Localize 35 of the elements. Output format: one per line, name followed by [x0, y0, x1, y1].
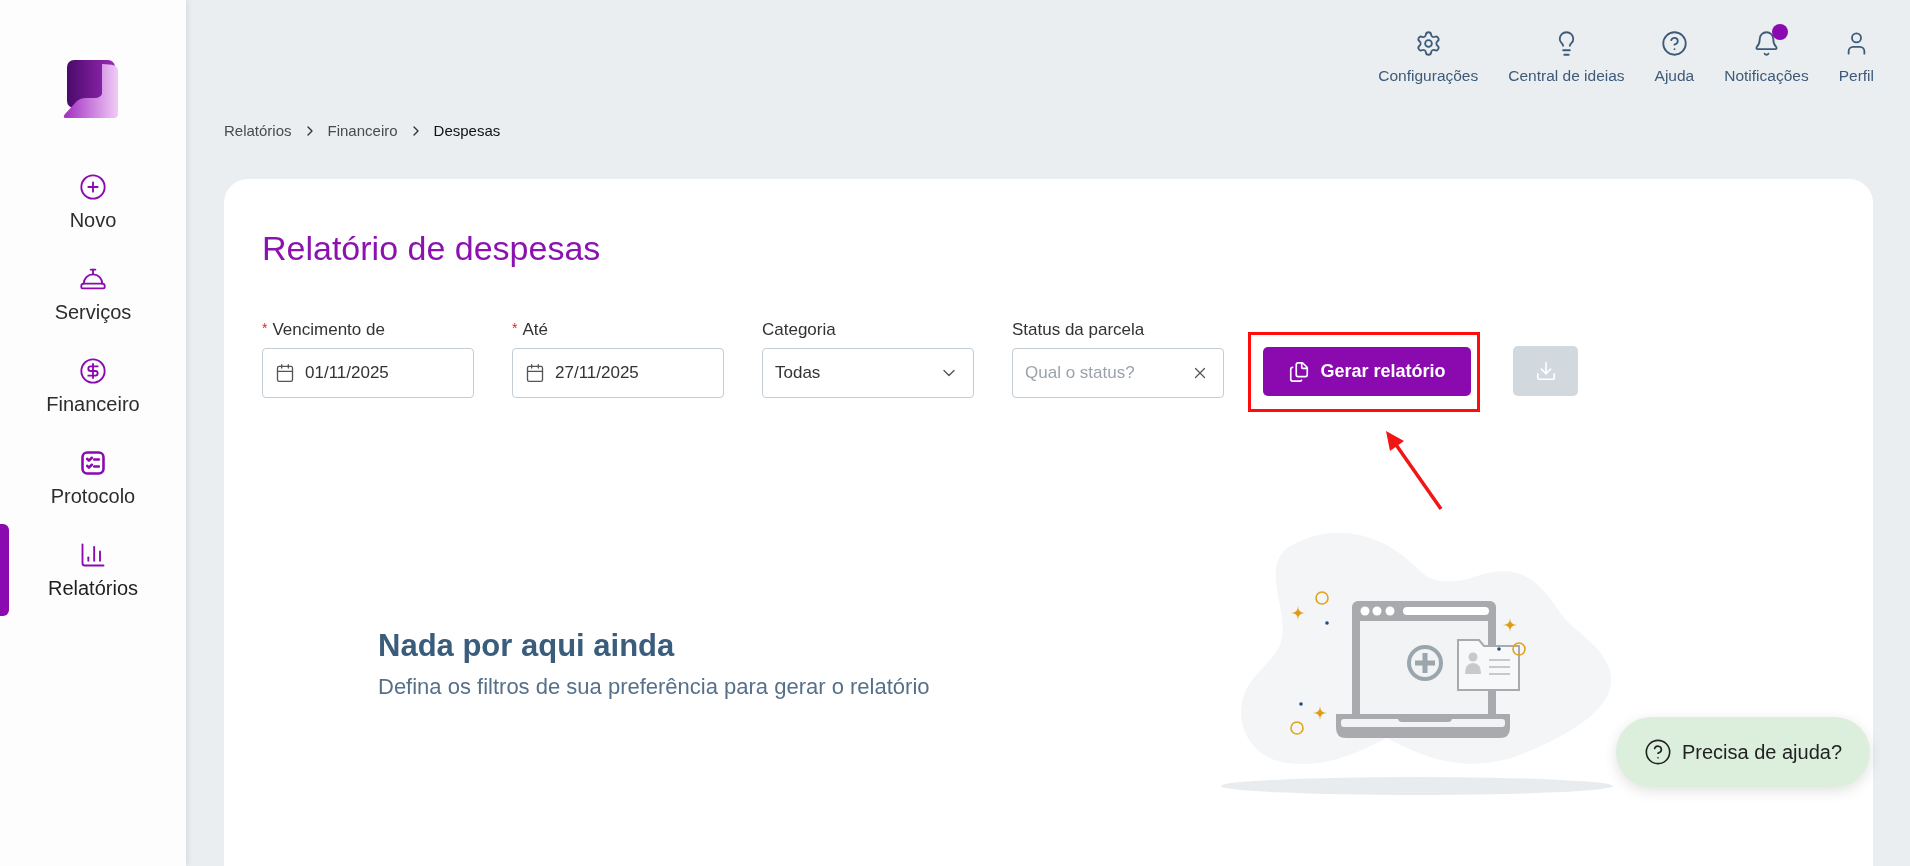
- documents-icon: [1288, 360, 1311, 383]
- field-label: Status da parcela: [1012, 320, 1146, 340]
- breadcrumb-link[interactable]: Despesas: [433, 122, 501, 139]
- toolbar-item[interactable]: Central de ideias: [1508, 30, 1625, 85]
- sidebar-item[interactable]: Novo: [0, 156, 186, 248]
- toolbar-item[interactable]: Perfil: [1838, 30, 1874, 85]
- checklist-icon: [79, 448, 107, 477]
- field-label: Categoria: [762, 320, 837, 340]
- help-icon: [1643, 738, 1672, 766]
- sidebar-item[interactable]: Serviços: [0, 248, 186, 340]
- toolbar-item[interactable]: Notificações: [1724, 30, 1809, 85]
- field-label: * Vencimento de: [262, 320, 386, 340]
- breadcrumb-link[interactable]: Relatórios: [224, 122, 292, 139]
- download-icon: [1534, 360, 1557, 382]
- field-label: * Até: [512, 320, 549, 340]
- dollar-icon: [79, 356, 107, 385]
- settings-icon: [1414, 30, 1442, 57]
- date-field[interactable]: 01/11/2025: [262, 348, 474, 398]
- category-select[interactable]: Todas: [762, 348, 974, 398]
- help-button[interactable]: Precisa de ajuda?: [1615, 717, 1870, 787]
- breadcrumb-link[interactable]: Financeiro: [327, 122, 398, 139]
- calendar-icon: [275, 363, 295, 383]
- generate-report-button[interactable]: Gerar relatório: [1263, 347, 1471, 396]
- sidebar-item[interactable]: Financeiro: [0, 340, 186, 432]
- empty-state-text: Defina os filtros de sua preferência para gerar o relatório: [378, 674, 931, 700]
- toolbar-item[interactable]: Configurações: [1378, 30, 1479, 85]
- date-field[interactable]: 27/11/2025: [512, 348, 724, 398]
- calendar-icon: [525, 363, 545, 383]
- help-icon: [1660, 30, 1688, 57]
- sidebar-item[interactable]: Relatórios: [0, 524, 186, 616]
- toolbar-item[interactable]: Ajuda: [1654, 30, 1695, 85]
- empty-state-heading: Nada por aqui ainda: [378, 628, 676, 664]
- sidebar-item[interactable]: Protocolo: [0, 432, 186, 524]
- plus-circle-icon: [79, 172, 107, 201]
- page-title: Relatório de despesas: [262, 229, 602, 268]
